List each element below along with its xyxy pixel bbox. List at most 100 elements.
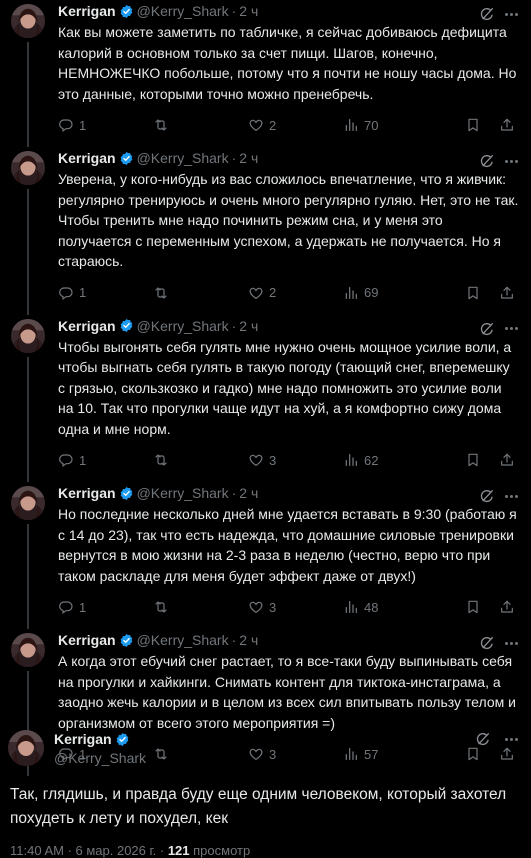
reply-count: 1 <box>79 599 87 615</box>
like-button[interactable]: 3 <box>248 452 343 468</box>
views-count: 69 <box>364 285 379 300</box>
like-icon <box>248 599 264 615</box>
more-icon[interactable] <box>503 635 519 651</box>
main-tweet: Kerrigan @Kerry_Shark Так, глядишь, и пр… <box>0 725 531 858</box>
grok-icon[interactable] <box>475 731 491 747</box>
tweet-header: Kerrigan @Kerry_Shark · 2 ч <box>58 0 519 22</box>
share-button[interactable] <box>499 599 519 615</box>
tweet[interactable]: Kerrigan @Kerry_Shark · 2 ч Чтобы выгонять с… <box>0 315 531 483</box>
reply-icon <box>58 117 74 133</box>
author-handle[interactable]: @Kerry_Shark <box>137 485 229 501</box>
verified-badge-icon <box>119 486 134 501</box>
tweet-time[interactable]: 2 ч <box>239 318 258 334</box>
like-count: 2 <box>269 285 277 300</box>
repost-button[interactable] <box>153 452 248 468</box>
tweet-text: Как вы можете заметить по табличке, я се… <box>58 24 517 102</box>
more-icon[interactable] <box>503 6 519 22</box>
like-icon <box>248 285 264 301</box>
more-icon[interactable] <box>503 153 519 169</box>
author-name[interactable]: Kerrigan <box>58 3 116 19</box>
separator: · <box>231 632 237 648</box>
views-button[interactable]: 62 <box>343 452 453 468</box>
avatar[interactable] <box>11 4 45 38</box>
share-button[interactable] <box>499 117 519 133</box>
views-button[interactable]: 69 <box>343 285 453 301</box>
grok-icon[interactable] <box>479 6 495 22</box>
tweet-body: Kerrigan @Kerry_Shark · 2 ч Но последние нес… <box>58 482 519 629</box>
author-handle[interactable]: @Kerry_Shark <box>137 632 229 648</box>
tweet-time[interactable]: 2 ч <box>239 632 258 648</box>
tweet-body: Kerrigan @Kerry_Shark · 2 ч Чтобы выгонять с… <box>58 315 519 483</box>
tweet-body: Kerrigan @Kerry_Shark · 2 ч Уверена, у кого-… <box>58 147 519 315</box>
bookmark-button[interactable] <box>465 117 485 133</box>
share-button[interactable] <box>499 452 519 468</box>
grok-icon[interactable] <box>479 488 495 504</box>
tweet-header: Kerrigan @Kerry_Shark · 2 ч <box>58 315 519 337</box>
avatar[interactable] <box>11 486 45 520</box>
author-name[interactable]: Kerrigan <box>58 150 116 166</box>
repost-icon <box>153 117 169 133</box>
avatar-column <box>8 482 48 629</box>
author-name[interactable]: Kerrigan <box>58 318 116 334</box>
views-button[interactable]: 70 <box>343 117 453 133</box>
avatar-column <box>8 315 48 482</box>
repost-icon <box>153 285 169 301</box>
author-name[interactable]: Kerrigan <box>58 485 116 501</box>
like-button[interactable]: 2 <box>248 117 343 133</box>
tweet[interactable]: Kerrigan @Kerry_Shark · 2 ч Как вы можете за… <box>0 0 531 147</box>
reply-button[interactable]: 1 <box>58 599 153 615</box>
tweet[interactable]: Kerrigan @Kerry_Shark · 2 ч Уверена, у кого-… <box>0 147 531 315</box>
bookmark-button[interactable] <box>465 599 485 615</box>
tweet[interactable]: Kerrigan @Kerry_Shark · 2 ч Но последние нес… <box>0 482 531 629</box>
grok-icon[interactable] <box>479 153 495 169</box>
reply-button[interactable]: 1 <box>58 285 153 301</box>
like-icon <box>248 117 264 133</box>
verified-badge-icon <box>119 633 134 648</box>
more-icon[interactable] <box>503 731 519 747</box>
avatar-column <box>8 147 48 315</box>
like-button[interactable]: 2 <box>248 285 343 301</box>
more-icon[interactable] <box>503 321 519 337</box>
reply-count: 1 <box>79 117 87 133</box>
tweet-header: Kerrigan @Kerry_Shark · 2 ч <box>58 482 519 504</box>
author-handle[interactable]: @Kerry_Shark <box>137 3 229 19</box>
avatar[interactable] <box>11 633 45 667</box>
reply-button[interactable]: 1 <box>58 452 153 468</box>
tweet-time[interactable]: 2 ч <box>239 150 258 166</box>
avatar[interactable] <box>11 151 45 185</box>
thread-line <box>27 189 29 315</box>
author-handle[interactable]: @Kerry_Shark <box>54 750 146 766</box>
share-icon <box>499 285 515 301</box>
author-name[interactable]: Kerrigan <box>54 731 112 747</box>
author-handle[interactable]: @Kerry_Shark <box>137 318 229 334</box>
grok-icon[interactable] <box>479 635 495 651</box>
author-name[interactable]: Kerrigan <box>58 632 116 648</box>
repost-button[interactable] <box>153 117 248 133</box>
tweet-text: Чтобы выгонять себя гулять мне нужно оче… <box>58 338 512 437</box>
more-icon[interactable] <box>503 488 519 504</box>
author-handle[interactable]: @Kerry_Shark <box>137 150 229 166</box>
thread-list: Kerrigan @Kerry_Shark · 2 ч Как вы можете за… <box>0 0 531 776</box>
views-icon <box>343 285 359 301</box>
avatar[interactable] <box>11 318 45 353</box>
views-button[interactable]: 48 <box>343 599 453 615</box>
repost-button[interactable] <box>153 599 248 615</box>
main-tweet-text: Так, глядишь, и правда буду еще одним че… <box>10 786 507 827</box>
views-icon <box>343 452 359 468</box>
repost-button[interactable] <box>153 285 248 301</box>
share-button[interactable] <box>499 285 519 301</box>
tweet-time[interactable]: 2 ч <box>239 3 258 19</box>
reply-button[interactable]: 1 <box>58 117 153 133</box>
reply-icon <box>58 599 74 615</box>
bookmark-button[interactable] <box>465 452 485 468</box>
like-button[interactable]: 3 <box>248 599 343 615</box>
avatar-column <box>8 0 48 147</box>
tweet-timestamp[interactable]: 11:40 AM · 6 мар. 2026 г. · <box>10 843 168 858</box>
grok-icon[interactable] <box>479 321 495 337</box>
avatar[interactable] <box>8 730 44 766</box>
thread-line <box>27 356 29 482</box>
thread-line <box>27 42 29 147</box>
bookmark-button[interactable] <box>465 285 485 301</box>
tweet-time[interactable]: 2 ч <box>239 485 258 501</box>
separator: · <box>231 317 237 334</box>
